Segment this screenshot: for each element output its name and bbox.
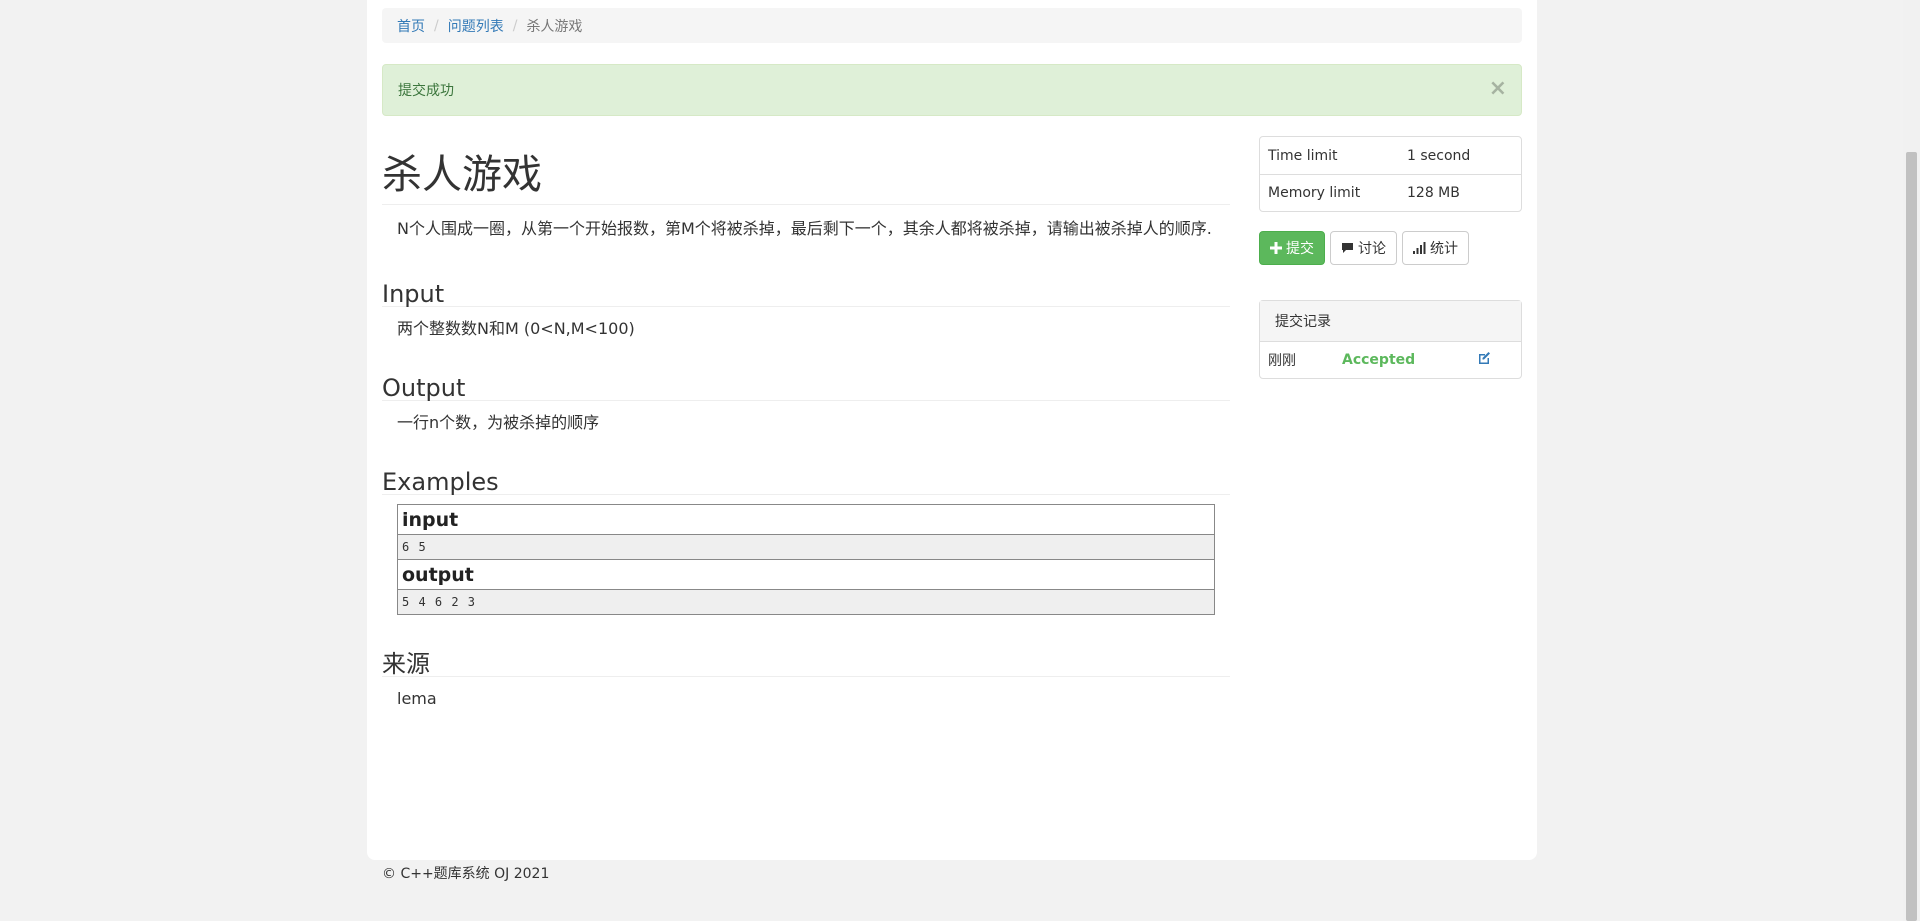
discuss-button[interactable]: 讨论 bbox=[1330, 231, 1397, 265]
example-input-value: 6 5 bbox=[397, 534, 1215, 560]
submit-label: 提交 bbox=[1286, 241, 1314, 257]
comment-icon bbox=[1341, 242, 1354, 254]
examples-heading: Examples bbox=[382, 455, 1230, 496]
edit-icon[interactable] bbox=[1477, 351, 1491, 369]
problem-title: 杀人游戏 bbox=[382, 136, 1230, 205]
time-limit-row: Time limit 1 second bbox=[1260, 137, 1521, 174]
source-heading: 来源 bbox=[382, 637, 1230, 678]
output-heading: Output bbox=[382, 361, 1230, 402]
breadcrumb-problems[interactable]: 问题列表 bbox=[448, 16, 504, 36]
problem-sidebar: Time limit 1 second Memory limit 128 MB … bbox=[1259, 136, 1522, 379]
example-input-label: input bbox=[397, 504, 1215, 535]
discuss-label: 讨论 bbox=[1358, 241, 1386, 257]
example-output-label: output bbox=[397, 559, 1215, 590]
plus-icon bbox=[1270, 242, 1282, 254]
stats-label: 统计 bbox=[1430, 241, 1458, 257]
source-text: lema bbox=[397, 689, 437, 708]
breadcrumb: 首页 / 问题列表 / 杀人游戏 bbox=[382, 8, 1522, 43]
input-text: 两个整数数N和M (0<N,M<100) bbox=[397, 319, 635, 338]
submission-time: 刚刚 bbox=[1268, 353, 1296, 369]
breadcrumb-home[interactable]: 首页 bbox=[397, 16, 425, 36]
page-container: 首页 / 问题列表 / 杀人游戏 提交成功 × 杀人游戏 N个人围成一圈，从第一… bbox=[367, 0, 1537, 860]
example-output-value: 5 4 6 2 3 bbox=[397, 589, 1215, 615]
time-limit-label: Time limit bbox=[1268, 147, 1338, 164]
scrollbar-thumb[interactable] bbox=[1906, 152, 1917, 921]
time-limit-value: 1 second bbox=[1407, 147, 1471, 164]
close-icon[interactable]: × bbox=[1489, 78, 1507, 100]
breadcrumb-separator: / bbox=[512, 17, 518, 34]
memory-limit-row: Memory limit 128 MB bbox=[1260, 174, 1521, 211]
alert-message: 提交成功 bbox=[398, 83, 454, 99]
memory-limit-value: 128 MB bbox=[1407, 185, 1460, 201]
problem-description: N个人围成一圈，从第一个开始报数，第M个将被杀掉，最后剩下一个，其余人都将被杀掉… bbox=[397, 219, 1212, 238]
breadcrumb-separator: / bbox=[434, 17, 439, 34]
submission-status[interactable]: Accepted bbox=[1342, 352, 1477, 368]
page-scrollbar[interactable] bbox=[1903, 0, 1920, 921]
footer-copyright: © C++题库系统 OJ 2021 bbox=[382, 866, 550, 882]
submissions-panel: 提交记录 刚刚 Accepted bbox=[1259, 300, 1522, 379]
problem-main: 杀人游戏 N个人围成一圈，从第一个开始报数，第M个将被杀掉，最后剩下一个，其余人… bbox=[382, 136, 1230, 715]
success-alert: 提交成功 × bbox=[382, 64, 1522, 116]
signal-icon bbox=[1413, 242, 1426, 254]
output-text: 一行n个数，为被杀掉的顺序 bbox=[397, 413, 600, 432]
limits-table: Time limit 1 second Memory limit 128 MB bbox=[1259, 136, 1522, 212]
submit-button[interactable]: 提交 bbox=[1259, 231, 1325, 265]
breadcrumb-current: 杀人游戏 bbox=[526, 18, 583, 35]
submission-item: 刚刚 Accepted bbox=[1260, 342, 1521, 378]
action-buttons: 提交 讨论 统计 bbox=[1259, 231, 1522, 265]
submissions-heading: 提交记录 bbox=[1260, 301, 1521, 342]
memory-limit-label: Memory limit bbox=[1268, 185, 1361, 201]
example-table: input 6 5 output 5 4 6 2 3 bbox=[397, 504, 1215, 615]
input-heading: Input bbox=[382, 267, 1230, 308]
stats-button[interactable]: 统计 bbox=[1402, 231, 1469, 265]
